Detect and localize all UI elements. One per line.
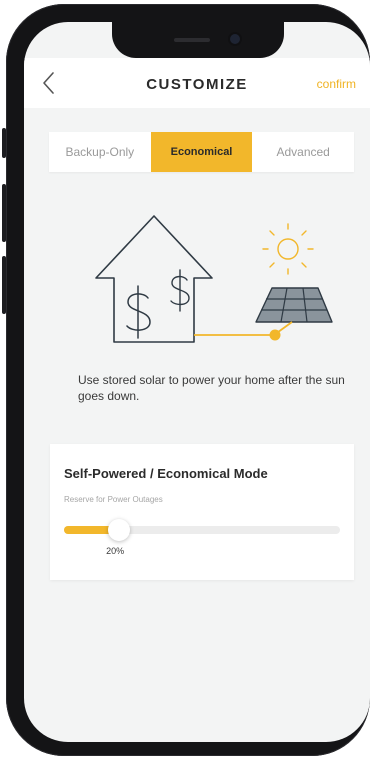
reserve-slider-thumb[interactable]: [108, 519, 131, 541]
dollar-icon: [126, 285, 151, 339]
reserve-slider[interactable]: [64, 519, 340, 541]
solar-panel-icon: [255, 287, 333, 323]
camera-icon: [230, 34, 240, 44]
speaker-grille: [174, 38, 210, 42]
app-screen: CUSTOMIZE confirm Backup-Only Economical…: [24, 22, 370, 742]
mode-tabs: Backup-Only Economical Advanced: [49, 132, 354, 172]
power-connection-line: [194, 321, 293, 341]
phone-frame: CUSTOMIZE confirm Backup-Only Economical…: [2, 4, 370, 756]
mode-card: Self-Powered / Economical Mode Reserve f…: [50, 444, 354, 580]
sun-icon: [262, 223, 314, 275]
mode-card-subtitle: Reserve for Power Outages: [64, 495, 163, 504]
tab-economical[interactable]: Economical: [150, 132, 253, 172]
phone-volume-up-button: [2, 184, 6, 242]
tab-advanced[interactable]: Advanced: [252, 132, 354, 172]
phone-notch: [112, 22, 284, 58]
house-icon: [95, 215, 213, 343]
phone-action-button: [2, 128, 6, 158]
solar-home-illustration: [95, 215, 333, 343]
tab-backup-only[interactable]: Backup-Only: [49, 132, 151, 172]
confirm-button[interactable]: confirm: [317, 77, 356, 91]
nav-header: CUSTOMIZE confirm: [24, 58, 370, 108]
mode-description: Use stored solar to power your home afte…: [78, 373, 345, 403]
phone-volume-down-button: [2, 256, 6, 314]
dollar-icon: [170, 269, 190, 312]
reserve-percent-label: 20%: [106, 546, 125, 556]
mode-card-title: Self-Powered / Economical Mode: [64, 466, 268, 481]
